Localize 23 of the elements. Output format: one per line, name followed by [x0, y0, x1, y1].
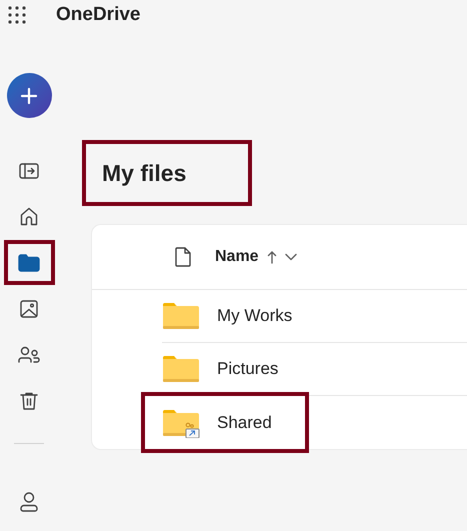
- shared-folder-icon: [162, 408, 200, 438]
- panel-icon: [19, 162, 39, 178]
- people-icon: [18, 346, 40, 364]
- file-icon: [175, 247, 191, 267]
- home-icon: [20, 207, 38, 226]
- folder-icon: [18, 254, 40, 272]
- page-title: My files: [82, 140, 252, 206]
- new-button[interactable]: [6, 73, 52, 118]
- file-name[interactable]: Shared: [217, 410, 272, 436]
- person-icon: [20, 492, 38, 512]
- nav-item[interactable]: [4, 240, 54, 285]
- folder-icon: [162, 354, 200, 384]
- plus-icon: [20, 86, 38, 104]
- file-name[interactable]: My Works: [217, 303, 292, 329]
- sort-up-icon: [266, 250, 277, 264]
- chevron-down-icon: [284, 253, 297, 261]
- app-launcher-icon[interactable]: [8, 6, 26, 24]
- column-header[interactable]: Name: [215, 245, 297, 269]
- app-title: OneDrive: [56, 2, 140, 27]
- trash-icon: [20, 390, 38, 410]
- image-icon: [20, 300, 38, 318]
- folder-icon: [162, 301, 200, 331]
- file-name[interactable]: Pictures: [217, 356, 278, 382]
